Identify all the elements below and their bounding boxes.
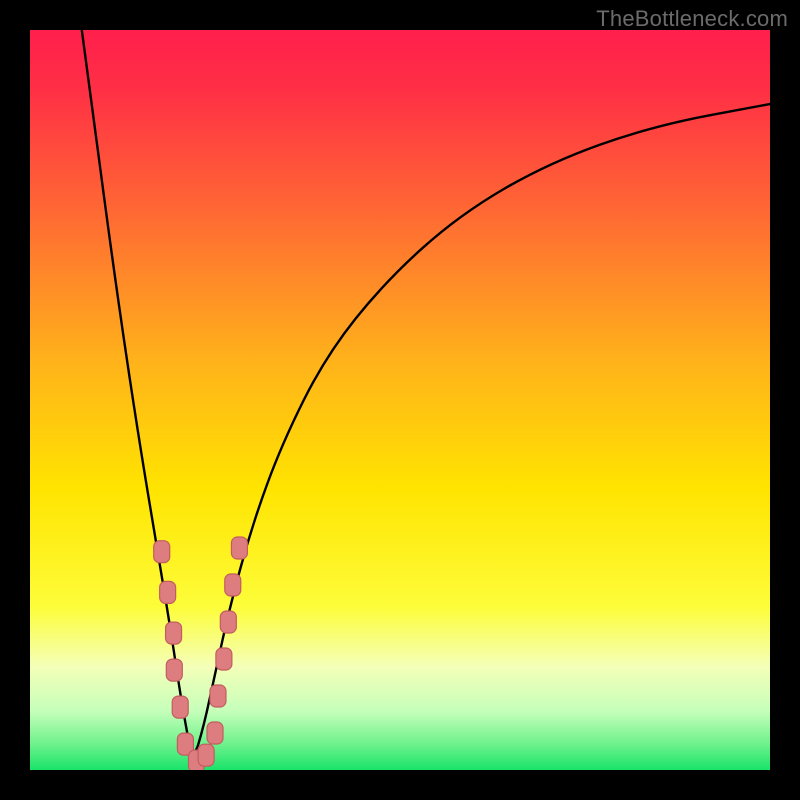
data-marker <box>154 541 170 563</box>
data-marker <box>166 659 182 681</box>
data-marker <box>207 722 223 744</box>
data-marker <box>225 574 241 596</box>
data-marker <box>210 685 226 707</box>
watermark-text: TheBottleneck.com <box>596 6 788 32</box>
data-marker <box>198 744 214 766</box>
highlighted-points-layer <box>30 30 770 770</box>
data-marker <box>231 537 247 559</box>
data-marker <box>172 696 188 718</box>
data-marker <box>160 581 176 603</box>
data-marker <box>166 622 182 644</box>
data-marker <box>220 611 236 633</box>
data-marker <box>216 648 232 670</box>
plot-area <box>30 30 770 770</box>
chart-frame: TheBottleneck.com <box>0 0 800 800</box>
